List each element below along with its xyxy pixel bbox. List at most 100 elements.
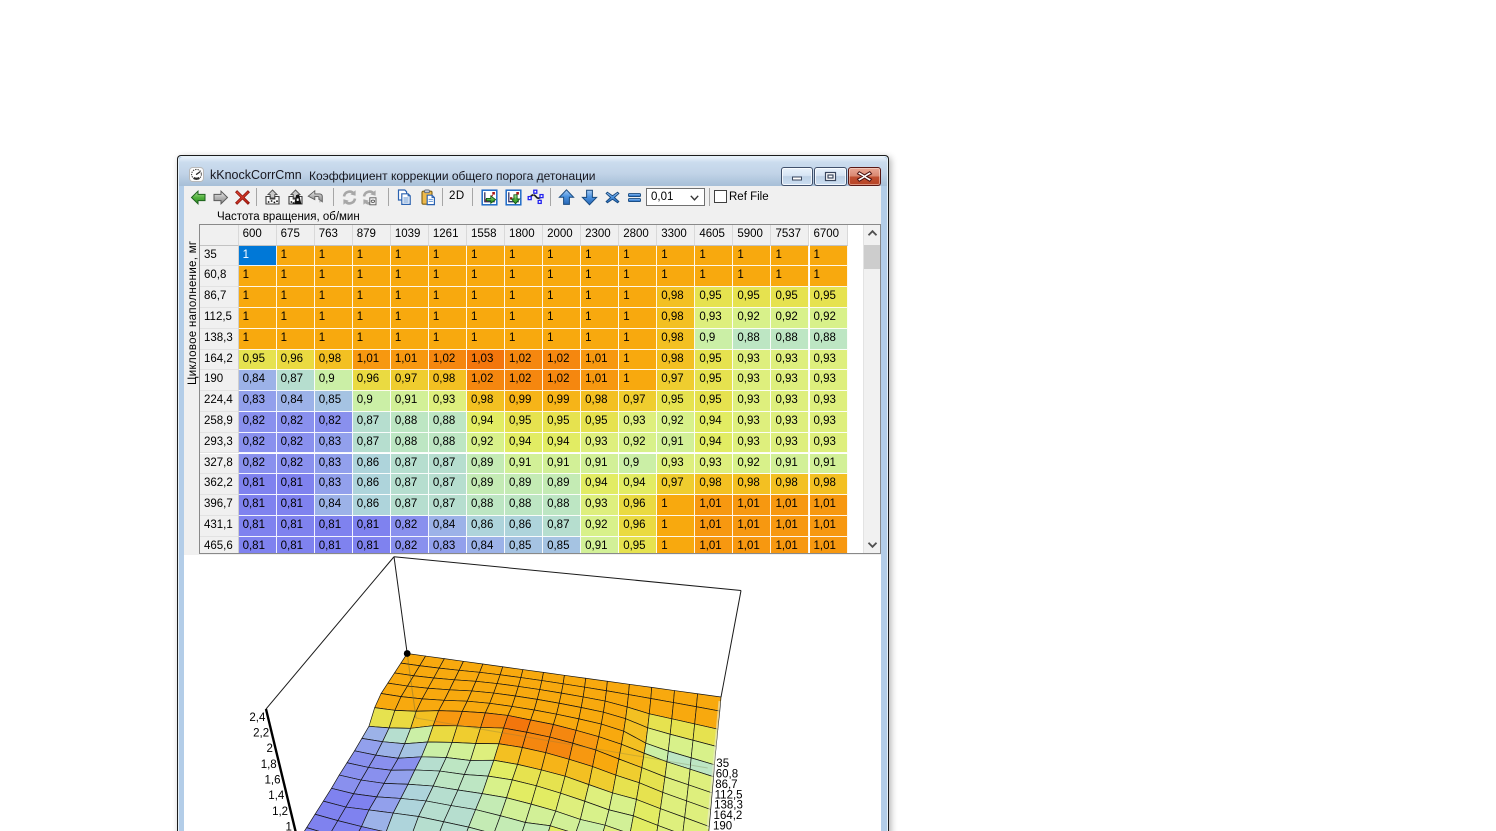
table-cell[interactable]: 0,95 bbox=[581, 411, 620, 433]
table-cell[interactable]: 1 bbox=[695, 245, 734, 267]
table-cell[interactable]: 0,91 bbox=[581, 453, 620, 475]
table-cell[interactable]: 1 bbox=[505, 245, 544, 267]
table-cell[interactable]: 1 bbox=[695, 266, 734, 288]
table-cell[interactable]: 1 bbox=[352, 307, 391, 329]
table-cell[interactable]: 1 bbox=[276, 328, 315, 350]
table-cell[interactable]: 1,02 bbox=[428, 349, 467, 371]
table-cell[interactable]: 0,81 bbox=[238, 495, 277, 516]
table-cell[interactable]: 1 bbox=[543, 328, 582, 350]
table-cell[interactable]: 0,98 bbox=[428, 370, 467, 392]
table-cell[interactable]: 0,82 bbox=[238, 432, 277, 454]
table-cell[interactable]: 0,81 bbox=[314, 536, 353, 553]
table-cell[interactable]: 1 bbox=[390, 266, 429, 288]
table-cell[interactable]: 1 bbox=[314, 328, 353, 350]
table-cell[interactable]: 0,88 bbox=[428, 432, 467, 454]
table-cell[interactable]: 0,87 bbox=[276, 370, 315, 392]
table-cell[interactable]: 0,87 bbox=[543, 515, 582, 537]
table-cell[interactable]: 1 bbox=[771, 266, 810, 288]
table-cell[interactable]: 1 bbox=[619, 266, 658, 288]
table-cell[interactable]: 0,88 bbox=[505, 495, 544, 516]
table-cell[interactable]: 0,89 bbox=[505, 474, 544, 496]
table-cell[interactable]: 1 bbox=[466, 287, 505, 308]
table-cell[interactable]: 1 bbox=[238, 307, 277, 329]
undo-icon[interactable] bbox=[307, 189, 324, 206]
load-map-icon[interactable] bbox=[264, 189, 281, 206]
table-cell[interactable]: 0,94 bbox=[543, 432, 582, 454]
table-cell[interactable]: 0,96 bbox=[619, 515, 658, 537]
table-cell[interactable]: 0,85 bbox=[505, 536, 544, 553]
table-cell[interactable]: 0,81 bbox=[352, 515, 391, 537]
table-cell[interactable]: 1 bbox=[581, 245, 620, 267]
chart-export-icon[interactable] bbox=[481, 189, 498, 206]
table-cell[interactable]: 0,85 bbox=[314, 391, 353, 412]
table-cell[interactable]: 0,81 bbox=[314, 515, 353, 537]
table-cell[interactable]: 0,91 bbox=[543, 453, 582, 475]
table-cell[interactable]: 0,93 bbox=[619, 411, 658, 433]
table-cell[interactable]: 0,93 bbox=[809, 411, 848, 433]
table-cell[interactable]: 1 bbox=[238, 328, 277, 350]
table-cell[interactable]: 0,88 bbox=[733, 328, 772, 350]
table-cell[interactable]: 1 bbox=[619, 328, 658, 350]
table-cell[interactable]: 0,98 bbox=[657, 349, 696, 371]
multiply-icon[interactable] bbox=[604, 189, 621, 206]
table-cell[interactable]: 0,92 bbox=[733, 307, 772, 329]
table-cell[interactable]: 0,93 bbox=[581, 495, 620, 516]
table-cell[interactable]: 0,96 bbox=[276, 349, 315, 371]
table-cell[interactable]: 1 bbox=[238, 266, 277, 288]
table-cell[interactable]: 1 bbox=[581, 287, 620, 308]
table-cell[interactable]: 0,88 bbox=[466, 495, 505, 516]
table-cell[interactable]: 1 bbox=[657, 245, 696, 267]
table-cell[interactable]: 0,97 bbox=[619, 391, 658, 412]
table-cell[interactable]: 1 bbox=[466, 266, 505, 288]
table-cell[interactable]: 0,89 bbox=[466, 474, 505, 496]
table-cell[interactable]: 0,92 bbox=[733, 453, 772, 475]
table-cell[interactable]: 0,86 bbox=[466, 515, 505, 537]
table-cell[interactable]: 0,99 bbox=[543, 391, 582, 412]
table-cell[interactable]: 0,93 bbox=[733, 391, 772, 412]
scroll-down-button[interactable] bbox=[864, 536, 880, 553]
table-cell[interactable]: 0,84 bbox=[428, 515, 467, 537]
decrease-icon[interactable] bbox=[581, 189, 598, 206]
table-cell[interactable]: 1 bbox=[390, 287, 429, 308]
table-cell[interactable]: 0,95 bbox=[238, 349, 277, 371]
table-cell[interactable]: 1,02 bbox=[543, 370, 582, 392]
close-button[interactable] bbox=[848, 167, 881, 186]
table-cell[interactable]: 1 bbox=[657, 515, 696, 537]
table-cell[interactable]: 1 bbox=[314, 307, 353, 329]
surface-3d-plot[interactable]: 2,42,221,81,61,41,213560,886,7112,5138,3… bbox=[184, 555, 881, 831]
table-cell[interactable]: 1 bbox=[314, 287, 353, 308]
table-cell[interactable]: 1,01 bbox=[809, 515, 848, 537]
table-cell[interactable]: 0,9 bbox=[619, 453, 658, 475]
table-cell[interactable]: 0,91 bbox=[390, 391, 429, 412]
table-cell[interactable]: 1 bbox=[657, 536, 696, 553]
table-cell[interactable]: 1,02 bbox=[543, 349, 582, 371]
table-cell[interactable]: 1 bbox=[466, 307, 505, 329]
table-cell[interactable]: 0,93 bbox=[771, 370, 810, 392]
table-cell[interactable]: 0,93 bbox=[657, 453, 696, 475]
table-cell[interactable]: 1 bbox=[238, 287, 277, 308]
table-cell[interactable]: 0,84 bbox=[276, 391, 315, 412]
table-cell[interactable]: 1 bbox=[428, 287, 467, 308]
vertical-scrollbar[interactable] bbox=[863, 225, 880, 553]
table-cell[interactable]: 0,93 bbox=[771, 411, 810, 433]
restore-button[interactable] bbox=[814, 167, 847, 186]
table-cell[interactable]: 0,94 bbox=[581, 474, 620, 496]
table-cell[interactable]: 0,81 bbox=[276, 495, 315, 516]
table-cell[interactable]: 1 bbox=[428, 245, 467, 267]
table-cell[interactable]: 0,92 bbox=[581, 515, 620, 537]
table-cell[interactable]: 0,87 bbox=[352, 432, 391, 454]
refresh-file-icon[interactable] bbox=[361, 189, 378, 206]
table-cell[interactable]: 1 bbox=[657, 495, 696, 516]
table-cell[interactable]: 0,87 bbox=[428, 453, 467, 475]
table-cell[interactable]: 0,88 bbox=[543, 495, 582, 516]
table-cell[interactable]: 1 bbox=[390, 328, 429, 350]
table-cell[interactable]: 0,98 bbox=[581, 391, 620, 412]
table-cell[interactable]: 0,83 bbox=[314, 453, 353, 475]
table-cell[interactable]: 1,01 bbox=[390, 349, 429, 371]
table-cell[interactable]: 1 bbox=[466, 328, 505, 350]
table-cell[interactable]: 0,84 bbox=[466, 536, 505, 553]
table-cell[interactable]: 0,82 bbox=[276, 432, 315, 454]
paste-icon[interactable] bbox=[420, 189, 437, 206]
table-cell[interactable]: 1 bbox=[581, 266, 620, 288]
table-cell[interactable]: 0,87 bbox=[390, 474, 429, 496]
